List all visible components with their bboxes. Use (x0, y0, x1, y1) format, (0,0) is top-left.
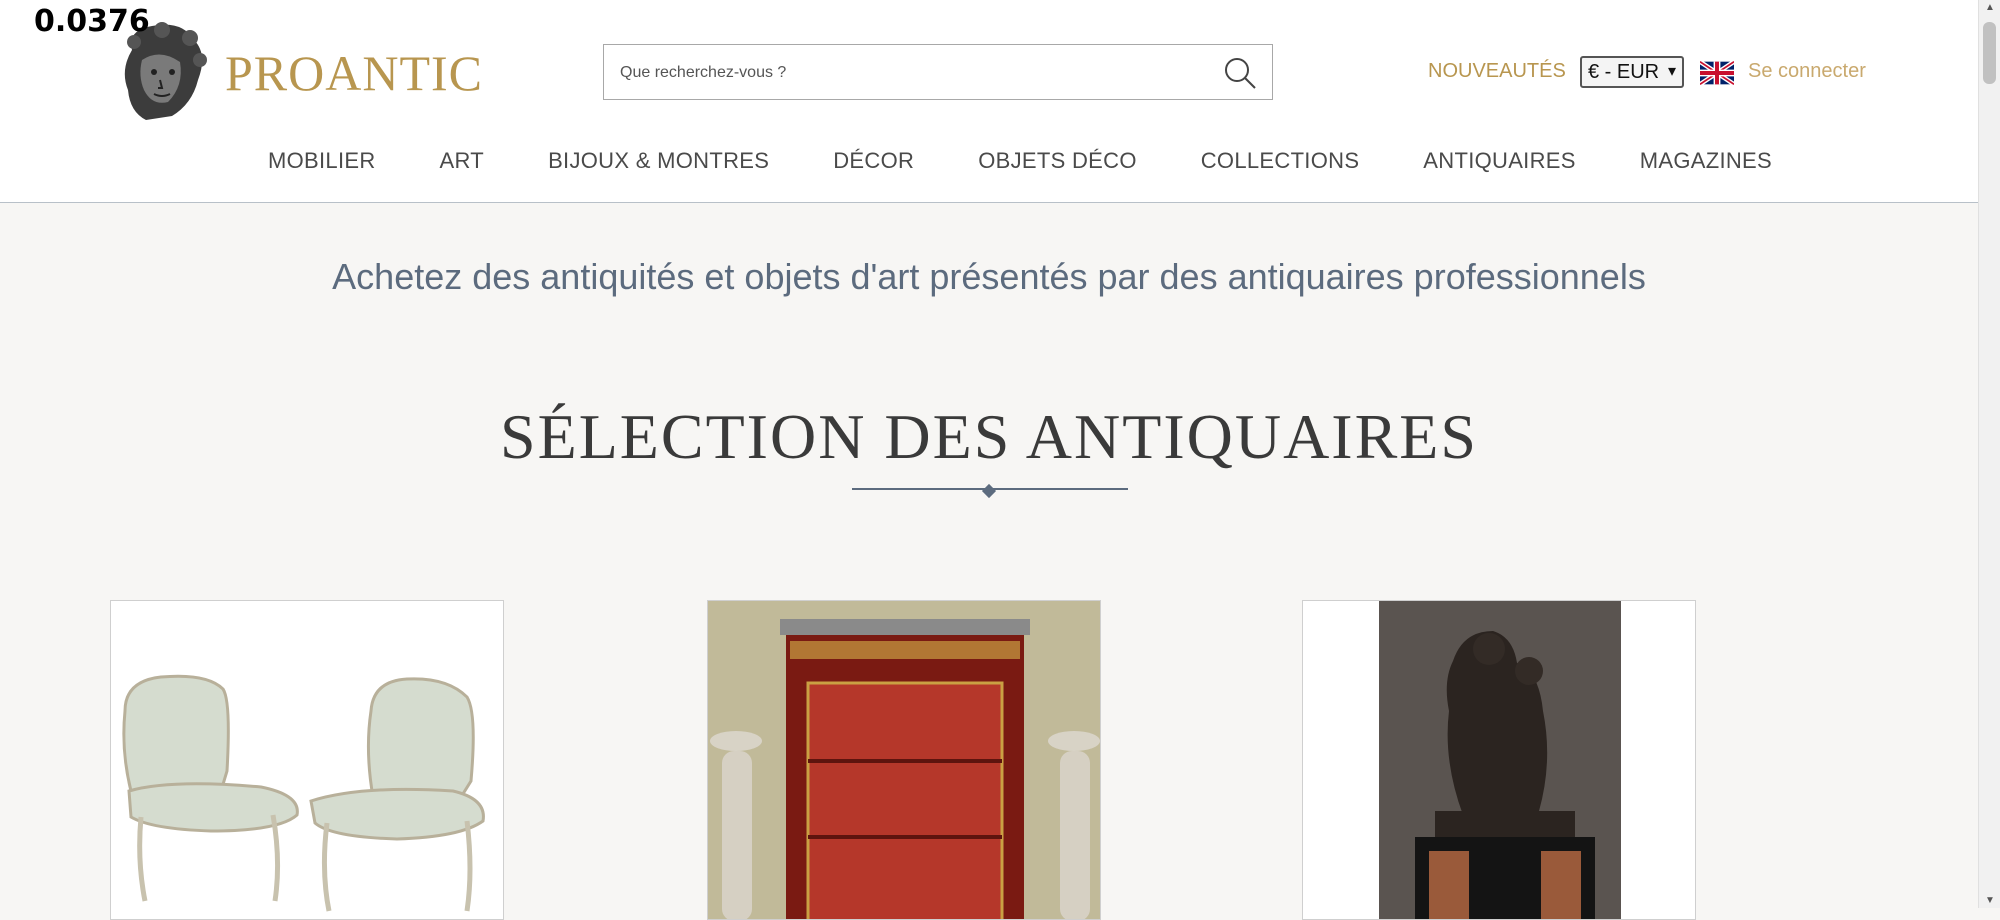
scroll-down-arrow-icon[interactable]: ▼ (1985, 895, 1995, 906)
login-link[interactable]: Se connecter (1748, 60, 1866, 83)
nav-item-decor[interactable]: DÉCOR (833, 148, 914, 174)
divider-diamond-icon (981, 483, 997, 499)
scroll-up-arrow-icon[interactable]: ▲ (1985, 2, 1995, 13)
nav-item-objets-deco[interactable]: OBJETS DÉCO (978, 148, 1137, 174)
search-bar (603, 44, 1273, 101)
new-items-link[interactable]: NOUVEAUTÉS (1428, 60, 1566, 83)
nav-item-bijoux-montres[interactable]: BIJOUX & MONTRES (548, 148, 769, 174)
nav-item-antiquaires[interactable]: ANTIQUAIRES (1423, 148, 1575, 174)
tagline: Achetez des antiquités et objets d'art p… (332, 256, 1646, 297)
main-nav: MOBILIER ART BIJOUX & MONTRES DÉCOR OBJE… (268, 148, 1772, 174)
site-header: PROANTIC NOUVEAUTÉS € - EUR ▾ Se connect… (0, 0, 1978, 203)
brand-logo[interactable]: PROANTIC (225, 44, 483, 102)
nav-item-magazines[interactable]: MAGAZINES (1640, 148, 1772, 174)
product-image-chairs[interactable] (111, 601, 504, 920)
overlay-value: 0.0376 (34, 4, 150, 39)
nav-item-art[interactable]: ART (440, 148, 485, 174)
currency-value: € - EUR (1588, 61, 1660, 83)
product-card-bronze[interactable] (1302, 600, 1696, 920)
chevron-down-icon: ▾ (1667, 63, 1676, 80)
nav-item-collections[interactable]: COLLECTIONS (1201, 148, 1360, 174)
search-input[interactable] (618, 45, 1202, 101)
search-icon[interactable] (1222, 55, 1258, 91)
vertical-scrollbar[interactable]: ▲ ▼ (1978, 0, 2000, 908)
product-card-cabinet[interactable] (707, 600, 1101, 920)
product-image-cabinet[interactable] (708, 601, 1101, 920)
uk-flag-icon[interactable] (1700, 60, 1734, 86)
product-card-chairs[interactable] (110, 600, 504, 920)
product-image-bronze[interactable] (1303, 601, 1696, 920)
currency-select[interactable]: € - EUR ▾ (1580, 56, 1684, 88)
nav-item-mobilier[interactable]: MOBILIER (268, 148, 376, 174)
scrollbar-thumb[interactable] (1983, 22, 1996, 84)
section-title: SÉLECTION DES ANTIQUAIRES (500, 401, 1478, 472)
